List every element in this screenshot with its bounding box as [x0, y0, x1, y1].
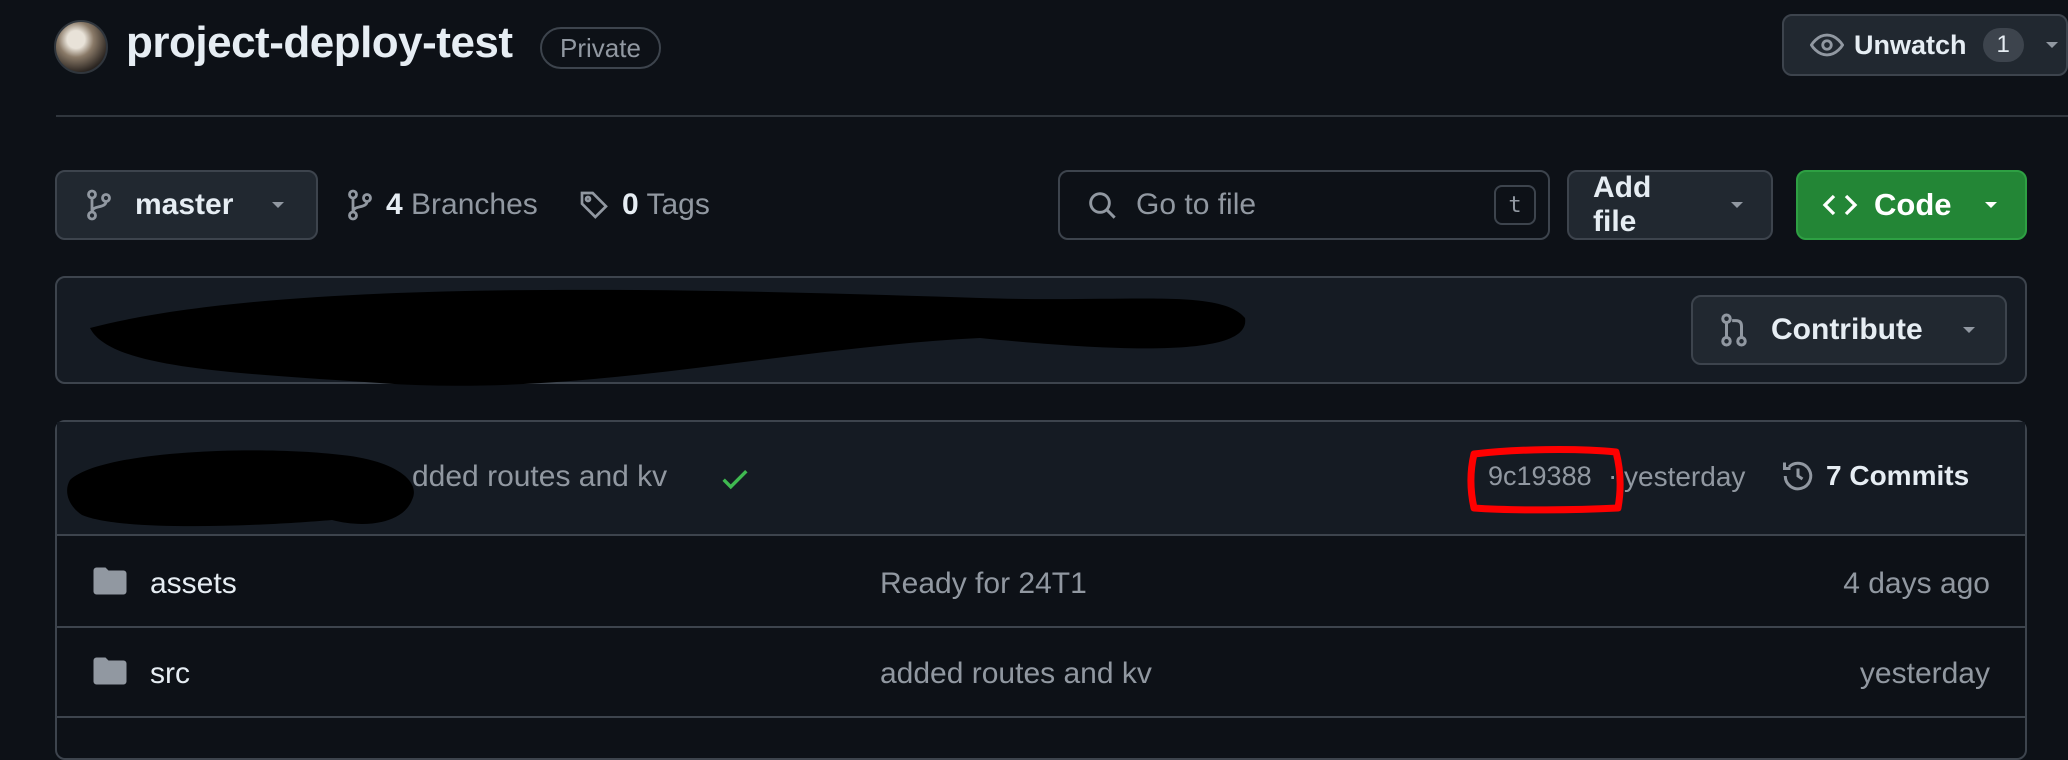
unwatch-button[interactable]: Unwatch 1	[1782, 14, 2068, 76]
search-icon	[1086, 189, 1118, 221]
file-name-link[interactable]: assets	[150, 567, 237, 601]
go-to-file-input[interactable]: Go to file t	[1058, 170, 1550, 240]
go-to-file-placeholder: Go to file	[1136, 188, 1257, 221]
branches-label: Branches	[411, 188, 538, 221]
code-label: Code	[1874, 187, 1952, 222]
commits-count-label: 7 Commits	[1826, 460, 1970, 491]
owner-avatar[interactable]	[54, 20, 108, 74]
caret-down-icon	[1981, 195, 2001, 215]
commits-history-link[interactable]: 7 Commits	[1780, 458, 1969, 494]
tags-count: 0	[622, 188, 639, 221]
branch-icon	[85, 189, 113, 221]
caret-down-icon	[1727, 195, 1747, 215]
tags-link[interactable]: 0 Tags	[578, 170, 710, 240]
branches-count: 4	[386, 188, 403, 221]
repo-name[interactable]: project-deploy-test	[126, 18, 513, 68]
caret-down-icon	[268, 195, 288, 215]
latest-commit-time: yesterday	[1624, 461, 1746, 492]
history-icon	[1780, 458, 1816, 494]
folder-icon	[92, 566, 128, 596]
shortcut-key: t	[1494, 185, 1536, 225]
file-commit-time: yesterday	[1859, 657, 1990, 690]
contribute-label: Contribute	[1771, 313, 1923, 346]
code-button[interactable]: Code	[1796, 170, 2027, 240]
visibility-badge: Private	[540, 27, 661, 69]
file-name-link[interactable]: src	[150, 657, 190, 691]
check-icon[interactable]	[718, 462, 752, 496]
branch-selector-button[interactable]: master	[55, 170, 318, 240]
branch-icon	[346, 189, 374, 221]
redaction-scribble	[90, 289, 1246, 386]
file-commit-message[interactable]: Ready for 24T1	[880, 567, 1087, 601]
caret-down-icon[interactable]	[2042, 35, 2062, 55]
eye-icon	[1810, 28, 1844, 62]
branches-link[interactable]: 4 Branches	[346, 170, 538, 240]
unwatch-label: Unwatch	[1854, 29, 1967, 60]
code-icon	[1822, 190, 1858, 220]
file-commit-message[interactable]: added routes and kv	[880, 657, 1152, 691]
header-divider	[56, 115, 2068, 117]
watch-count: 1	[1982, 28, 2024, 62]
tag-icon	[578, 189, 610, 221]
add-file-button[interactable]: Add file	[1567, 170, 1773, 240]
folder-icon	[92, 656, 128, 686]
annotation-highlight	[1467, 446, 1624, 514]
contribute-button[interactable]: Contribute	[1691, 295, 2007, 365]
add-file-label: Add file	[1593, 171, 1652, 238]
file-commit-time: 4 days ago	[1843, 567, 1990, 600]
author-redaction	[67, 450, 414, 527]
branch-name: master	[135, 188, 234, 221]
tags-label: Tags	[646, 188, 710, 221]
caret-down-icon	[1959, 320, 1979, 340]
latest-commit-message[interactable]: dded routes and kv	[412, 460, 667, 494]
pull-request-icon	[1719, 313, 1749, 347]
